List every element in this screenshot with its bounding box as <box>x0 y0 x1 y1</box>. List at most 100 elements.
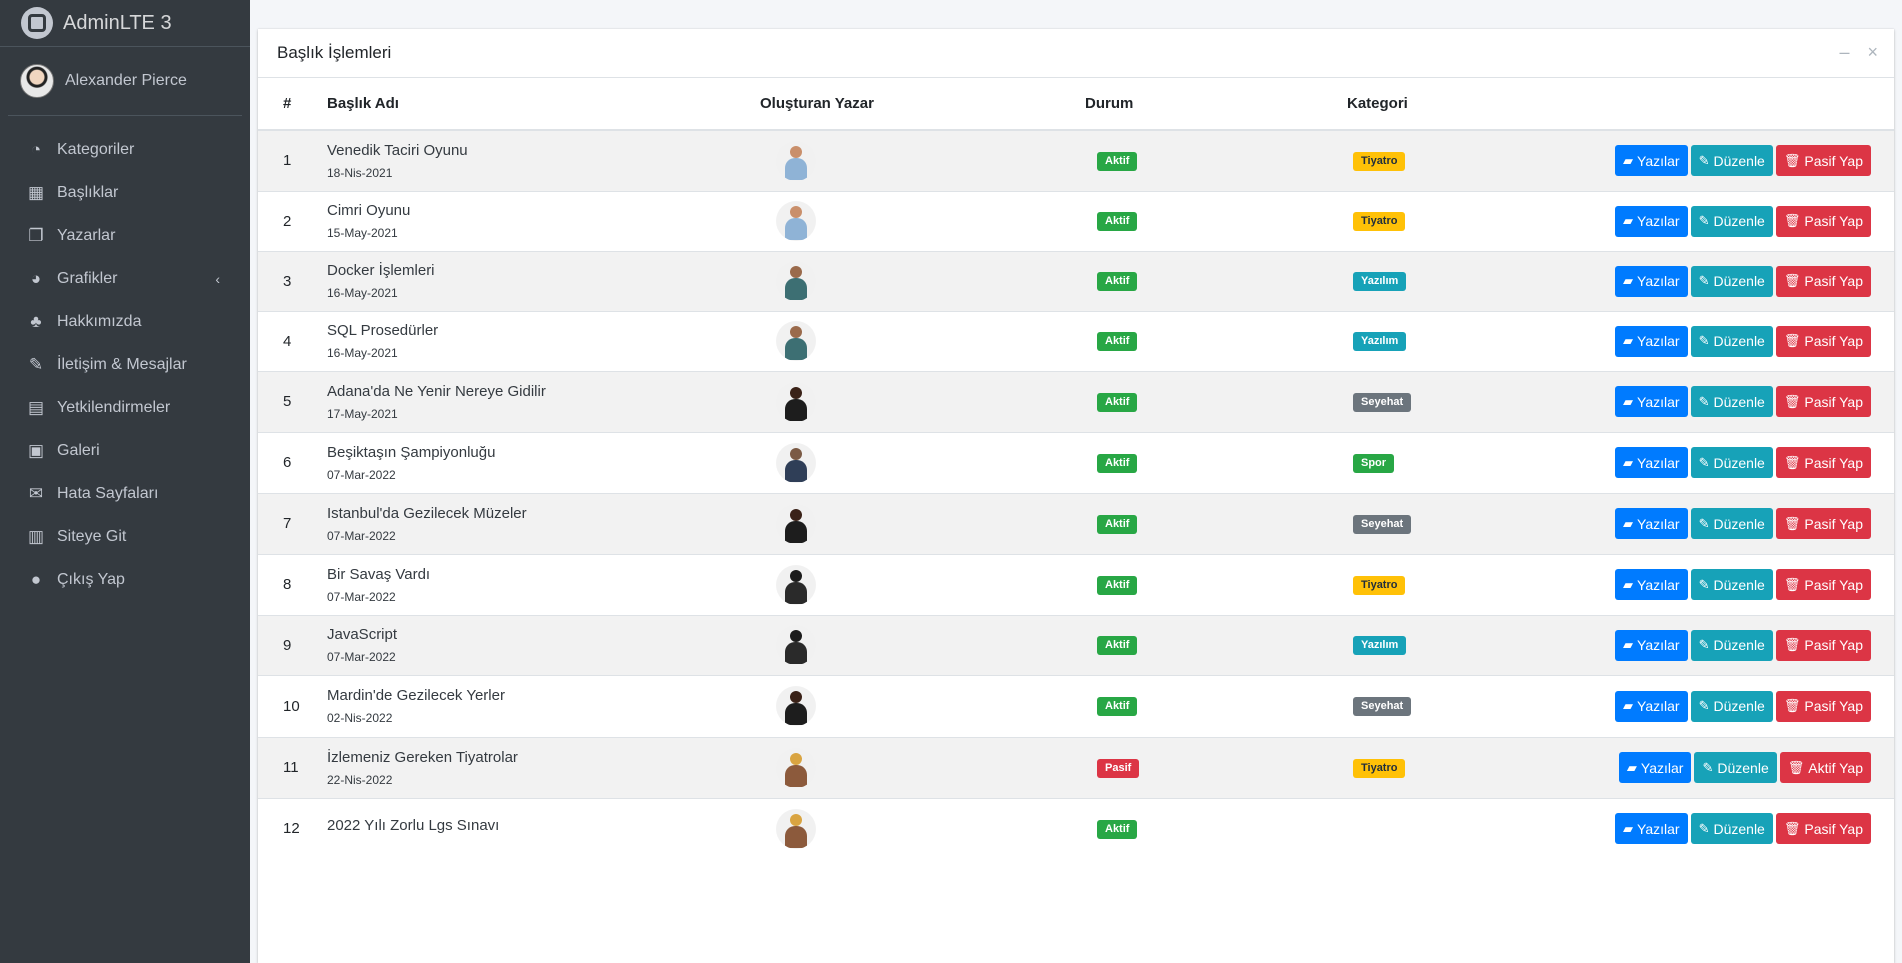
toggle-status-button[interactable]: 🗑 Pasif Yap <box>1775 629 1871 661</box>
edit-button[interactable]: ✎ Düzenle <box>1690 205 1773 237</box>
table-row: 8 Bir Savaş Vardı 07-Mar-2022 Aktif Tiyatro ▰… <box>258 554 1894 615</box>
user-panel[interactable]: Alexander Pierce <box>8 47 242 116</box>
toggle-status-button[interactable]: 🗑 Pasif Yap <box>1775 569 1871 600</box>
header-category: Kategori <box>1347 78 1607 131</box>
user-avatar <box>20 64 54 98</box>
sidebar-item-8[interactable]: ✉ Hata Sayfaları <box>8 472 242 515</box>
row-category-cell: Seyehat <box>1347 371 1607 432</box>
toggle-status-button[interactable]: 🗑 Aktif Yap <box>1779 752 1871 783</box>
posts-button[interactable]: ▰ Yazılar <box>1618 752 1692 783</box>
toggle-status-button[interactable]: 🗑 Pasif Yap <box>1775 145 1871 177</box>
sidebar-item-label: İletişim & Mesajlar <box>57 355 187 373</box>
edit-button[interactable]: ✎ Düzenle <box>1690 447 1773 478</box>
row-num: 5 <box>283 393 292 410</box>
edit-button[interactable]: ✎ Düzenle <box>1694 752 1777 783</box>
table-row: 11 İzlemeniz Gereken Tiyatrolar 22-Nis-202… <box>258 737 1894 798</box>
user-name[interactable]: Alexander Pierce <box>65 72 187 90</box>
row-category-cell: Tiyatro <box>1347 737 1607 798</box>
titles-card: Başlık İşlemleri – × # Başlık Adı Oluştu… <box>258 29 1894 963</box>
edit-button[interactable]: ✎ Düzenle <box>1690 325 1773 357</box>
sidebar-item-4[interactable]: ♣ Hakkımızda <box>8 300 242 343</box>
toggle-status-label: Pasif Yap <box>1804 454 1863 471</box>
edit-button[interactable]: ✎ Düzenle <box>1690 569 1773 600</box>
toggle-status-button[interactable]: 🗑 Pasif Yap <box>1775 325 1871 357</box>
posts-button[interactable]: ▰ Yazılar <box>1615 813 1688 845</box>
edit-button[interactable]: ✎ Düzenle <box>1690 265 1773 297</box>
row-category-cell: Tiyatro <box>1347 554 1607 615</box>
row-date: 17-May-2021 <box>327 406 398 421</box>
posts-button[interactable]: ▰ Yazılar <box>1615 386 1688 417</box>
row-status-cell: Aktif <box>1085 615 1347 675</box>
close-icon[interactable]: × <box>1867 43 1878 61</box>
posts-button[interactable]: ▰ Yazılar <box>1615 569 1688 600</box>
edit-button-label: Düzenle <box>1713 333 1765 349</box>
pencil-icon: ✎ <box>1698 515 1710 531</box>
toggle-status-button[interactable]: 🗑 Pasif Yap <box>1775 265 1871 297</box>
row-actions: ▰ Yazılar ✎ Düzenle 🗑 Pasif Yap <box>1607 251 1894 311</box>
edit-button[interactable]: ✎ Düzenle <box>1690 508 1773 539</box>
row-num: 9 <box>283 636 292 654</box>
sidebar-item-6[interactable]: ▤ Yetkilendirmeler <box>8 386 242 429</box>
row-title: Beşiktaşın Şampiyonluğu <box>327 443 496 461</box>
row-num: 11 <box>283 759 299 776</box>
posts-button[interactable]: ▰ Yazılar <box>1615 508 1688 539</box>
trash-icon: 🗑 <box>1783 820 1801 836</box>
header-title: Başlık Adı <box>327 78 760 131</box>
table-row: 7 Istanbul'da Gezilecek Müzeler 07-Mar-202… <box>258 493 1894 554</box>
toggle-status-button[interactable]: 🗑 Pasif Yap <box>1775 508 1871 539</box>
table-header-row: # Başlık Adı Oluşturan Yazar Durum Kateg… <box>258 78 1894 131</box>
author-avatar <box>776 442 816 483</box>
sidebar-item-1[interactable]: ▦ Başlıklar <box>8 171 242 214</box>
edit-button[interactable]: ✎ Düzenle <box>1690 813 1773 845</box>
edit-button[interactable]: ✎ Düzenle <box>1690 386 1773 417</box>
edit-button[interactable]: ✎ Düzenle <box>1690 145 1773 177</box>
row-num: 12 <box>283 820 300 838</box>
chevron-left-icon[interactable]: ‹ <box>215 271 220 287</box>
edit-button-label: Düzenle <box>1713 637 1765 653</box>
edit-button[interactable]: ✎ Düzenle <box>1690 629 1773 661</box>
toggle-status-button[interactable]: 🗑 Pasif Yap <box>1775 447 1871 478</box>
sidebar-item-10[interactable]: ● Çıkış Yap <box>8 558 242 601</box>
sidebar-item-7[interactable]: ▣ Galeri <box>8 429 242 472</box>
book-icon: ▥ <box>27 526 45 546</box>
posts-button[interactable]: ▰ Yazılar <box>1615 145 1688 177</box>
row-title-cell: Beşiktaşın Şampiyonluğu 07-Mar-2022 <box>327 432 760 493</box>
row-date: 07-Mar-2022 <box>327 528 396 543</box>
toggle-status-button[interactable]: 🗑 Pasif Yap <box>1775 386 1871 417</box>
sidebar-item-2[interactable]: ❐ Yazarlar <box>8 214 242 257</box>
posts-button-label: Yazılar <box>1637 333 1680 349</box>
posts-button[interactable]: ▰ Yazılar <box>1615 690 1688 722</box>
table-row: 2 Cimri Oyunu 15-May-2021 Aktif Tiyatro ▰ Yazı… <box>258 191 1894 251</box>
category-badge: Yazılım <box>1353 636 1407 655</box>
posts-button[interactable]: ▰ Yazılar <box>1615 265 1688 297</box>
row-actions: ▰ Yazılar ✎ Düzenle 🗑 Pasif Yap <box>1607 493 1894 554</box>
brand-link[interactable]: AdminLTE 3 <box>0 0 250 47</box>
sidebar-item-0[interactable]: ◔ Kategoriler <box>8 128 242 171</box>
row-title: Cimri Oyunu <box>327 202 411 219</box>
edit-button-label: Düzenle <box>1717 759 1769 776</box>
edit-button[interactable]: ✎ Düzenle <box>1690 690 1773 722</box>
posts-button[interactable]: ▰ Yazılar <box>1615 325 1688 357</box>
toggle-status-label: Pasif Yap <box>1804 213 1863 229</box>
pencil-icon: ✎ <box>1698 576 1710 592</box>
row-status-cell: Aktif <box>1085 251 1347 311</box>
toggle-status-button[interactable]: 🗑 Pasif Yap <box>1775 205 1871 237</box>
row-num: 4 <box>283 332 292 350</box>
edit-button-label: Düzenle <box>1713 515 1765 532</box>
row-category-cell: Spor <box>1347 432 1607 493</box>
toggle-status-button[interactable]: 🗑 Pasif Yap <box>1775 690 1871 722</box>
table-row: 9 JavaScript 07-Mar-2022 Aktif Yazılım ▰ Yazıl… <box>258 615 1894 675</box>
posts-button[interactable]: ▰ Yazılar <box>1615 447 1688 478</box>
author-avatar <box>776 747 816 788</box>
minimize-icon[interactable]: – <box>1839 43 1849 61</box>
posts-button[interactable]: ▰ Yazılar <box>1615 629 1688 661</box>
toggle-status-button[interactable]: 🗑 Pasif Yap <box>1775 813 1871 845</box>
row-actions: ▰ Yazılar ✎ Düzenle 🗑 Pasif Yap <box>1607 554 1894 615</box>
row-category-cell: Yazılım <box>1347 615 1607 675</box>
row-title: Istanbul'da Gezilecek Müzeler <box>327 504 527 522</box>
sidebar-item-3[interactable]: ◕ Grafikler ‹ <box>8 257 242 300</box>
posts-button[interactable]: ▰ Yazılar <box>1615 205 1688 237</box>
sidebar-item-9[interactable]: ▥ Siteye Git <box>8 515 242 558</box>
sidebar-item-5[interactable]: ✎ İletişim & Mesajlar <box>8 343 242 386</box>
row-title-cell: SQL Prosedürler 16-May-2021 <box>327 311 760 371</box>
